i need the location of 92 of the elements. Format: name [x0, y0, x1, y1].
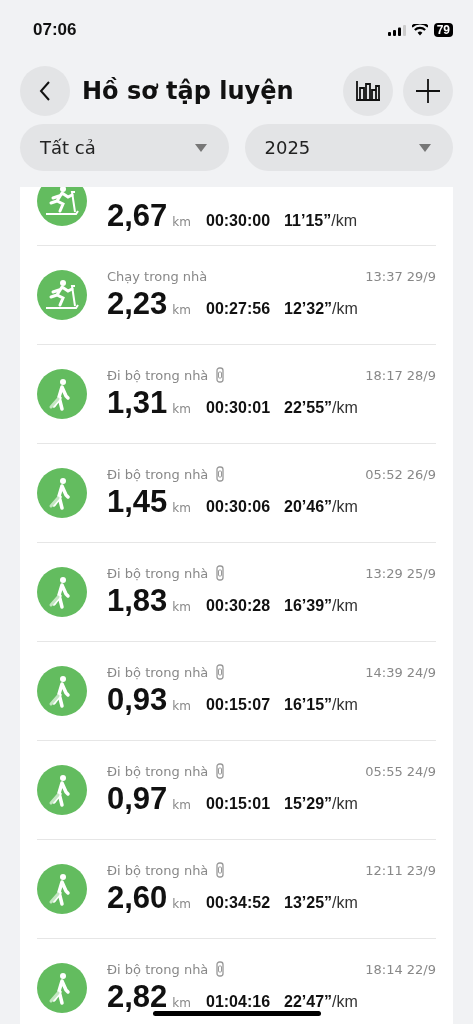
distance-value: 2,23: [107, 285, 168, 322]
pace-unit: /km: [332, 894, 358, 912]
workout-type: Đi bộ trong nhà: [107, 565, 209, 581]
workout-date: 14:39 24/9: [365, 664, 436, 680]
workout-row[interactable]: Đi bộ trong nhà 12:11 23/9 2,60 km 00:34:52 13’25”/km: [37, 840, 436, 939]
pace-unit: /km: [332, 399, 358, 417]
add-button[interactable]: [403, 66, 453, 116]
pace-value: 20’46”: [284, 498, 333, 516]
distance-unit: km: [172, 600, 191, 614]
distance-value: 1,31: [107, 385, 168, 421]
status-time: 07:06: [33, 20, 77, 40]
workout-date: 18:17 28/9: [365, 367, 436, 383]
duration-value: 00:30:01: [206, 399, 271, 417]
duration-value: 00:30:00: [206, 212, 271, 230]
pace-unit: /km: [332, 299, 358, 318]
back-icon: [38, 79, 52, 103]
distance-value: 0,93: [107, 682, 168, 718]
duration-value: 00:30:06: [206, 498, 271, 516]
pace-value: 11’15”: [284, 212, 332, 230]
pace-value: 16’15”: [284, 696, 333, 714]
duration-value: 01:04:16: [206, 993, 271, 1011]
workout-row[interactable]: Đi bộ trong nhà 14:39 24/9 0,93 km 00:15:07 16’15”/km: [37, 642, 436, 741]
workout-type: Đi bộ trong nhà: [107, 466, 209, 482]
walking-person-icon: [37, 765, 87, 815]
walking-person-icon: [37, 864, 87, 914]
workout-type: Đi bộ trong nhà: [107, 367, 209, 383]
distance-unit: km: [172, 699, 191, 713]
distance-value: 1,45: [107, 484, 168, 520]
walking-person-icon: [37, 567, 87, 617]
pace-unit: /km: [331, 212, 357, 230]
battery-indicator: 79: [433, 23, 453, 37]
distance-unit: km: [172, 402, 191, 416]
pace-value: 13’25”: [284, 894, 333, 912]
workout-type: Đi bộ trong nhà: [107, 961, 209, 977]
dropdown-arrow-icon: [194, 143, 207, 152]
duration-value: 00:15:07: [206, 696, 271, 714]
pace-value: 22’55”: [284, 399, 333, 417]
walking-person-icon: [37, 963, 87, 1013]
signal-icon: [387, 24, 406, 36]
workout-date: 18:14 22/9: [365, 961, 436, 977]
distance-value: 0,97: [107, 781, 168, 817]
distance-value: 2,82: [107, 979, 168, 1015]
workout-row[interactable]: Chạy trong nhà 13:37 29/9 2,23 km 00:27:56 12’32”/km: [37, 246, 436, 345]
walking-person-icon: [37, 666, 87, 716]
pace-value: 16’39”: [284, 597, 333, 615]
distance-unit: km: [172, 501, 191, 515]
workout-row[interactable]: Đi bộ trong nhà 05:52 26/9 1,45 km 00:30:06 20’46”/km: [37, 444, 436, 543]
distance-value: 2,60: [107, 880, 168, 916]
treadmill-runner-icon: [37, 270, 87, 320]
duration-value: 00:15:01: [206, 795, 271, 813]
pace-unit: /km: [332, 993, 358, 1011]
workout-date: 05:55 24/9: [365, 763, 436, 779]
pace-unit: /km: [332, 696, 358, 714]
workout-type: Đi bộ trong nhà: [107, 763, 209, 779]
bar-chart-icon: [355, 80, 381, 102]
pace-value: 12’32”: [284, 299, 333, 318]
workout-type: Chạy trong nhà: [107, 268, 208, 284]
workout-row[interactable]: Đi bộ trong nhà 13:29 25/9 1,83 km 00:30:28 16’39”/km: [37, 543, 436, 642]
distance-unit: km: [172, 302, 191, 317]
filter-dropdown[interactable]: 2025: [244, 124, 453, 171]
distance-unit: km: [172, 996, 191, 1010]
workout-row[interactable]: Đi bộ trong nhà 18:17 28/9 1,31 km 00:30:01 22’55”/km: [37, 345, 436, 444]
workout-type: Đi bộ trong nhà: [107, 862, 209, 878]
workout-type: Đi bộ trong nhà: [107, 664, 209, 680]
distance-unit: km: [172, 215, 191, 229]
dropdown-arrow-icon: [419, 143, 431, 152]
pace-unit: /km: [332, 498, 358, 516]
distance-unit: km: [172, 897, 191, 911]
workout-date: 13:37 29/9: [365, 268, 436, 284]
pace-value: 15’29”: [284, 795, 333, 813]
workout-date: 12:11 23/9: [365, 862, 436, 878]
plus-icon: [415, 78, 441, 104]
pace-value: 22’47”: [284, 993, 333, 1011]
back-button[interactable]: [20, 66, 70, 116]
pace-unit: /km: [332, 597, 358, 615]
distance-unit: km: [172, 798, 191, 812]
duration-value: 00:30:28: [206, 597, 271, 615]
duration-value: 00:34:52: [206, 894, 271, 912]
distance-value: 2,67: [107, 198, 168, 234]
filter-dropdown[interactable]: Tất cả: [20, 124, 229, 171]
wifi-icon: [411, 24, 428, 36]
workout-date: 13:29 25/9: [365, 565, 436, 581]
walking-person-icon: [37, 369, 87, 419]
pace-unit: /km: [332, 795, 358, 813]
walking-person-icon: [37, 468, 87, 518]
workout-row[interactable]: Đi bộ trong nhà 05:55 24/9 0,97 km 00:15:01 15’29”/km: [37, 741, 436, 840]
duration-value: 00:27:56: [206, 299, 271, 318]
distance-value: 1,83: [107, 583, 168, 619]
workout-row[interactable]: 2,67 km 00:30:00 11’15”/km: [37, 187, 436, 246]
page-title: Hồ sơ tập luyện: [82, 77, 295, 105]
workout-date: 05:52 26/9: [365, 466, 436, 482]
statistics-button[interactable]: [343, 66, 393, 116]
